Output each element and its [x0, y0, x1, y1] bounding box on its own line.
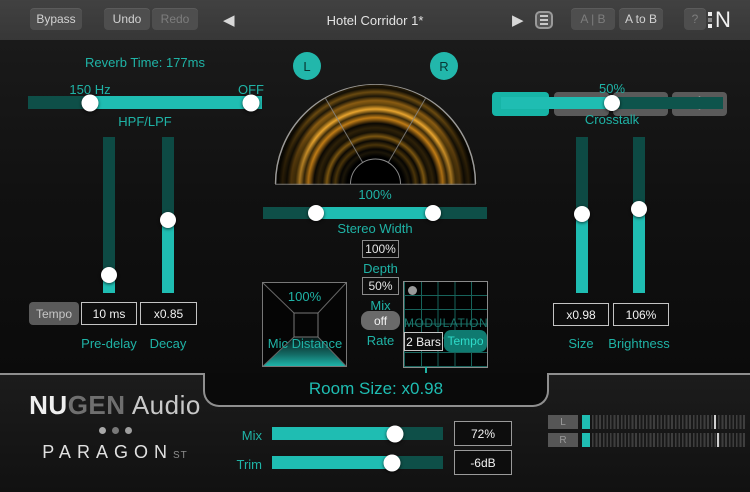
main-panel: Reverb Time: 177ms 150 Hz OFF HPF/LPF Te… [0, 40, 750, 373]
previous-preset-icon[interactable]: ◀ [223, 0, 235, 40]
predelay-fader[interactable] [103, 137, 115, 293]
brand-block: NUGEN Audio PARAGONST [20, 390, 210, 463]
size-fader[interactable] [576, 137, 588, 293]
room-size-bar: Room Size: x0.98 [203, 373, 549, 407]
brand-dots [20, 427, 210, 434]
trim-slider[interactable] [272, 456, 443, 469]
mix-value-box[interactable]: 72% [454, 421, 512, 446]
brightness-value-box[interactable]: 106% [613, 303, 669, 326]
trim-label: Trim [212, 457, 262, 472]
meter-left-label: L [548, 415, 578, 429]
rate-label: Rate [352, 333, 409, 348]
modulation-title: MODULATION [404, 316, 487, 330]
nugen-logo: N [708, 8, 731, 32]
bypass-button[interactable]: Bypass [30, 8, 82, 30]
mix-label: Mix [212, 428, 262, 443]
predelay-handle[interactable] [101, 267, 117, 283]
rate-bars-box[interactable]: 2 Bars [404, 332, 443, 351]
size-value-box[interactable]: x0.98 [553, 303, 609, 326]
meter-right-peak [717, 433, 719, 447]
decay-value-box[interactable]: x0.85 [140, 302, 197, 325]
trim-handle[interactable] [384, 454, 401, 471]
stereo-width-right-handle[interactable] [425, 205, 441, 221]
top-toolbar: Bypass Undo Redo ◀ Hotel Corridor 1* ▶ A… [0, 0, 750, 40]
stereo-width-value: 100% [275, 187, 475, 202]
meter-right-bar [582, 433, 745, 447]
mod-mix-value-box[interactable]: 50% [362, 277, 399, 295]
hpf-lpf-label: HPF/LPF [30, 114, 260, 129]
preset-menu-icon[interactable] [535, 11, 553, 29]
reverb-time-readout: Reverb Time: 177ms [30, 55, 260, 70]
hpf-handle[interactable] [82, 94, 99, 111]
modulation-grid[interactable]: MODULATION [403, 281, 488, 368]
brightness-fader[interactable] [633, 137, 645, 293]
stereo-width-label: Stereo Width [275, 221, 475, 236]
meter-left-peak [714, 415, 716, 429]
radar-overlay [274, 84, 477, 185]
crosstalk-label: Crosstalk [552, 112, 672, 127]
decay-label: Decay [128, 336, 208, 351]
lpf-handle[interactable] [243, 94, 260, 111]
mix-slider[interactable] [272, 427, 443, 440]
preset-title: Hotel Corridor 1* [260, 0, 490, 40]
mix-handle[interactable] [387, 425, 404, 442]
mic-distance-label: Mic Distance [255, 336, 355, 351]
product-wordmark: PARAGONST [20, 442, 210, 463]
crosstalk-value: 50% [552, 81, 672, 96]
left-channel-button[interactable]: L [293, 52, 321, 80]
reverb-radar-display [274, 84, 477, 185]
right-channel-button[interactable]: R [430, 52, 458, 80]
decay-fader[interactable] [162, 137, 174, 293]
a-to-b-button[interactable]: A to B [619, 8, 663, 30]
meter-left-bar [582, 415, 745, 429]
brightness-handle[interactable] [631, 201, 647, 217]
stereo-width-left-handle[interactable] [308, 205, 324, 221]
hpf-lpf-slider[interactable] [28, 96, 262, 109]
rate-off-button[interactable]: off [361, 311, 400, 330]
decay-handle[interactable] [160, 212, 176, 228]
size-handle[interactable] [574, 206, 590, 222]
mic-distance-value: 100% [263, 289, 346, 304]
modulation-point[interactable] [408, 286, 417, 295]
ab-compare-button[interactable]: A | B [571, 8, 615, 30]
predelay-tempo-toggle[interactable]: Tempo [29, 302, 79, 325]
meter-right-label: R [548, 433, 578, 447]
redo-button[interactable]: Redo [152, 8, 198, 30]
crosstalk-handle[interactable] [604, 95, 620, 111]
help-button[interactable]: ? [684, 8, 706, 30]
next-preset-icon[interactable]: ▶ [512, 0, 524, 40]
undo-button[interactable]: Undo [104, 8, 150, 30]
predelay-value-box[interactable]: 10 ms [81, 302, 137, 325]
depth-label: Depth [352, 261, 409, 276]
crosstalk-slider[interactable] [501, 97, 723, 109]
stereo-width-slider[interactable] [263, 207, 487, 219]
room-size-readout: Room Size: x0.98 [309, 379, 443, 399]
paragon-plugin-window: Bypass Undo Redo ◀ Hotel Corridor 1* ▶ A… [0, 0, 750, 492]
mic-distance-display[interactable]: 100% [262, 282, 347, 367]
brightness-label: Brightness [599, 336, 679, 351]
mod-tempo-toggle[interactable]: Tempo [444, 330, 487, 352]
trim-value-box[interactable]: -6dB [454, 450, 512, 475]
depth-value-box[interactable]: 100% [362, 240, 399, 258]
nugen-audio-wordmark: NUGEN Audio [20, 390, 210, 421]
